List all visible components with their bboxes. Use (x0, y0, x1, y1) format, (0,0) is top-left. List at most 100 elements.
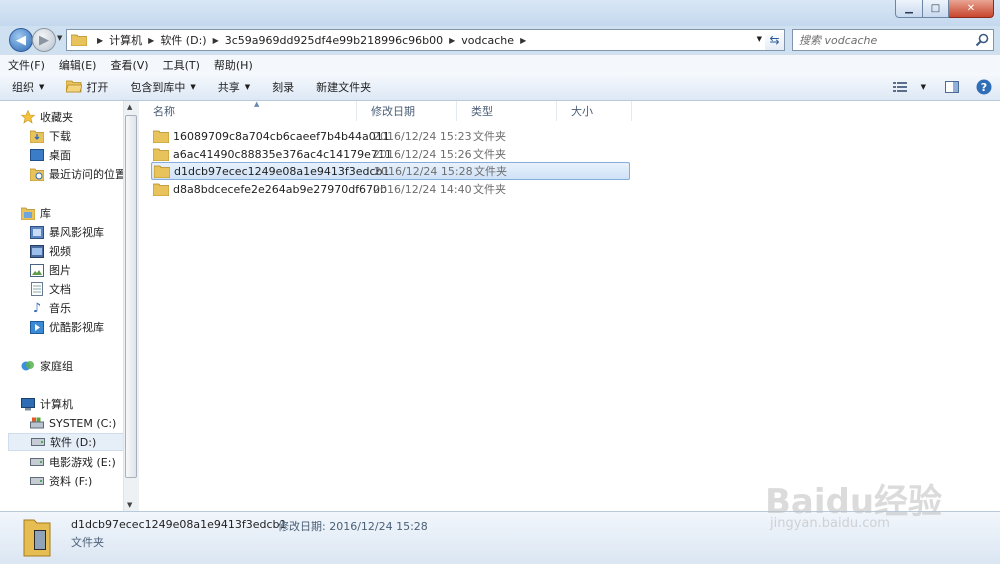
breadcrumb-separator-icon[interactable]: ▶ (520, 36, 526, 45)
breadcrumb-separator-icon[interactable]: ▶ (97, 36, 103, 45)
column-size[interactable]: 大小 (557, 101, 632, 121)
breadcrumb-drive-d[interactable]: 软件 (D:) (160, 32, 206, 48)
svg-text:?: ? (981, 81, 987, 94)
back-arrow-icon: ◀ (16, 32, 26, 48)
burn-button[interactable]: 刻录 (260, 79, 304, 95)
sidebar-item-label: 图片 (49, 264, 71, 277)
breadcrumb-separator-icon[interactable]: ▶ (148, 36, 154, 45)
include-library-label: 包含到库中 (130, 80, 186, 94)
refresh-icon: ⇆ (769, 33, 780, 47)
new-folder-button[interactable]: 新建文件夹 (304, 79, 381, 95)
sidebar-item-label: 音乐 (49, 302, 71, 315)
sidebar-item-label: 下载 (49, 130, 71, 143)
file-type: 文件夹 (473, 130, 506, 143)
view-options-icon[interactable] (890, 79, 910, 95)
open-folder-icon (66, 80, 83, 93)
file-type: 文件夹 (474, 165, 507, 178)
video-library-icon (29, 225, 45, 239)
recent-pages-dropdown[interactable]: ▼ (57, 34, 62, 42)
address-dropdown-icon[interactable]: ▼ (757, 35, 762, 43)
sidebar-item-label: 最近访问的位置 (49, 168, 126, 181)
sidebar-item-label: 桌面 (49, 149, 71, 162)
scroll-up-icon[interactable]: ▲ (127, 103, 132, 111)
details-file-name: d1dcb97ecec1249e08a1e9413f3edcb1 (71, 518, 287, 531)
preview-pane-icon[interactable] (942, 79, 962, 95)
sidebar-item-label: SYSTEM (C:) (49, 416, 117, 430)
sidebar-item-label: 电影游戏 (E:) (49, 456, 116, 469)
address-bar[interactable]: ▶ 计算机 ▶ 软件 (D:) ▶ 3c59a969dd925df4e99b21… (66, 29, 767, 51)
include-in-library-button[interactable]: 包含到库中 ▼ (118, 79, 205, 95)
computer-icon (20, 397, 36, 411)
breadcrumb-computer[interactable]: 计算机 (109, 32, 142, 48)
drive-icon (30, 435, 46, 449)
organize-label: 组织 (12, 80, 34, 94)
forward-button[interactable]: ▶ (32, 28, 56, 52)
video-icon (29, 244, 45, 258)
details-file-type: 文件夹 (71, 536, 104, 549)
file-row-selected[interactable]: d1dcb97ecec1249e08a1e9413f3edcb1 2016/12… (151, 162, 630, 180)
file-date: 2016/12/24 14:40 (373, 182, 472, 196)
file-type: 文件夹 (473, 148, 506, 161)
column-type[interactable]: 类型 (457, 101, 557, 121)
file-row[interactable]: d8a8bdcecefe2e264ab9e27970df670b 2016/12… (151, 180, 630, 198)
column-date-modified[interactable]: 修改日期 (357, 101, 457, 121)
file-name: d1dcb97ecec1249e08a1e9413f3edcb1 (174, 164, 390, 178)
desktop-icon (29, 148, 45, 162)
column-size-label: 大小 (571, 105, 593, 118)
chevron-down-icon: ▼ (39, 82, 45, 91)
scroll-down-icon[interactable]: ▼ (127, 501, 132, 509)
search-box[interactable]: 搜索 vodcache (792, 29, 994, 51)
sidebar-item-drive-d[interactable]: 软件 (D:) (8, 433, 124, 451)
breadcrumb-separator-icon[interactable]: ▶ (449, 36, 455, 45)
file-row[interactable]: a6ac41490c88835e376ac4c14179e711 2016/12… (151, 145, 630, 163)
sidebar-item-label: 文档 (49, 283, 71, 296)
menu-tools[interactable]: 工具(T) (155, 57, 206, 73)
title-bar: ▁ □ ✕ (0, 0, 1000, 26)
file-row[interactable]: 16089709c8a704cb6caeef7b4b44a011 2016/12… (151, 127, 630, 145)
breadcrumb-vodcache[interactable]: vodcache (461, 34, 514, 47)
drive-icon (29, 455, 45, 469)
menu-edit[interactable]: 编辑(E) (51, 57, 103, 73)
new-folder-label: 新建文件夹 (316, 80, 372, 94)
back-button[interactable]: ◀ (9, 28, 33, 52)
breadcrumb-folder-hash[interactable]: 3c59a969dd925df4e99b218996c96b00 (225, 34, 443, 47)
scrollbar-thumb[interactable] (125, 115, 137, 478)
column-name-label: 名称 (153, 105, 175, 118)
file-date: 2016/12/24 15:28 (374, 164, 473, 178)
menu-help[interactable]: 帮助(H) (206, 57, 259, 73)
share-button[interactable]: 共享 ▼ (206, 79, 260, 95)
file-name: 16089709c8a704cb6caeef7b4b44a011 (173, 129, 390, 143)
sidebar-libraries-label: 库 (40, 207, 51, 220)
menu-bar: 文件(F) 编辑(E) 查看(V) 工具(T) 帮助(H) (0, 54, 1000, 74)
maximize-button[interactable]: □ (923, 0, 949, 18)
column-date-label: 修改日期 (371, 105, 415, 118)
folder-icon (153, 183, 169, 196)
column-name[interactable]: 名称 (139, 101, 357, 121)
refresh-button[interactable]: ⇆ (765, 29, 785, 51)
file-date: 2016/12/24 15:23 (373, 129, 472, 143)
folder-icon (153, 130, 169, 143)
column-header-row: ▲ 名称 修改日期 类型 大小 (139, 100, 632, 121)
file-name: a6ac41490c88835e376ac4c14179e711 (173, 147, 392, 161)
menu-view[interactable]: 查看(V) (102, 57, 154, 73)
star-icon (20, 110, 36, 124)
recent-places-icon (29, 167, 45, 181)
navigation-row: ◀ ▶ ▼ ▶ 计算机 ▶ 软件 (D:) ▶ 3c59a969dd925df4… (0, 26, 1000, 54)
search-input[interactable]: 搜索 vodcache (799, 32, 975, 48)
breadcrumb-separator-icon[interactable]: ▶ (213, 36, 219, 45)
open-button[interactable]: 打开 (54, 79, 118, 95)
minimize-button[interactable]: ▁ (895, 0, 923, 18)
system-drive-icon (29, 416, 45, 430)
search-icon[interactable] (975, 33, 989, 47)
navigation-scrollbar[interactable]: ▲ ▼ (123, 101, 139, 511)
close-button[interactable]: ✕ (949, 0, 994, 18)
chevron-down-icon[interactable]: ▼ (921, 83, 926, 91)
documents-icon (29, 282, 45, 296)
organize-button[interactable]: 组织 ▼ (0, 79, 54, 95)
file-list-pane: ▲ 名称 修改日期 类型 大小 16089709c8a704cb6caeef7b… (139, 100, 1000, 511)
homegroup-icon (20, 359, 36, 373)
menu-file[interactable]: 文件(F) (0, 57, 51, 73)
music-note-icon: ♪ (32, 300, 42, 316)
command-bar: 组织 ▼ 打开 包含到库中 ▼ 共享 ▼ 刻录 新建文件夹 ▼ ? (0, 73, 1000, 101)
help-icon[interactable]: ? (974, 79, 994, 95)
